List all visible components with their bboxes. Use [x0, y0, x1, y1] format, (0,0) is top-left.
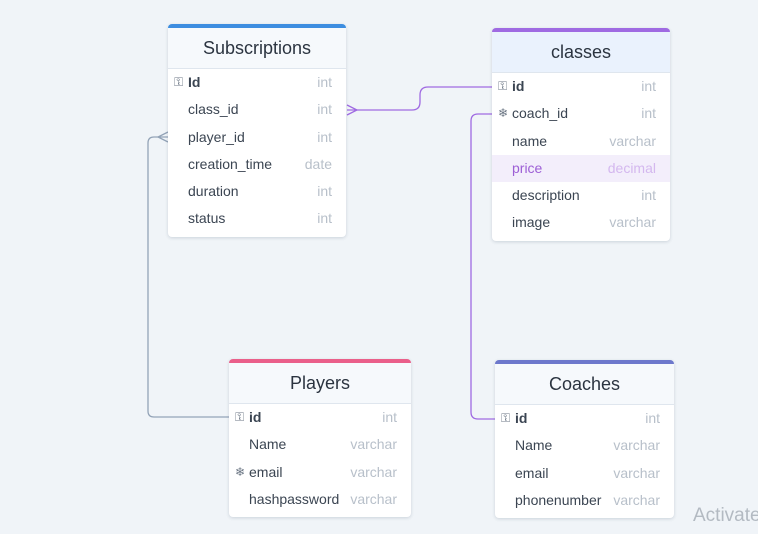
field-row[interactable]: ⚿ id int — [495, 405, 674, 432]
field-type: int — [641, 78, 656, 94]
key-icon: ⚿ — [501, 411, 511, 425]
field-type: decimal — [607, 159, 656, 176]
field-name: Id — [188, 74, 201, 90]
snowflake-icon: ❄ — [498, 106, 509, 121]
table-title[interactable]: Coaches — [495, 364, 674, 405]
field-row[interactable]: ❄ coach_id int — [492, 100, 670, 127]
field-type: int — [317, 183, 332, 200]
field-row[interactable]: class_id int — [168, 96, 346, 123]
field-type: date — [304, 155, 332, 172]
field-row-selected[interactable]: price decimal — [492, 154, 670, 183]
diagram-canvas[interactable]: Subscriptions ⚿ Id int class_id int play… — [0, 0, 758, 534]
field-name: image — [512, 214, 551, 231]
field-name: status — [188, 210, 226, 227]
field-name: email — [249, 463, 283, 480]
field-name: id — [249, 409, 262, 425]
table-title[interactable]: classes — [492, 32, 670, 73]
key-icon: ⚿ — [235, 410, 245, 424]
field-name: hashpassword — [249, 490, 340, 507]
field-row[interactable]: phonenumber varchar — [495, 487, 674, 514]
field-name: phonenumber — [515, 491, 602, 508]
field-name: price — [512, 159, 543, 176]
field-type: int — [645, 410, 660, 426]
relation-classes-subscriptions[interactable] — [347, 86, 493, 111]
field-type: int — [641, 187, 656, 204]
field-row[interactable]: ⚿ id int — [492, 73, 670, 100]
field-type: varchar — [613, 437, 660, 454]
field-type: varchar — [613, 464, 660, 481]
field-row[interactable]: ❄ email varchar — [229, 459, 411, 486]
table-title[interactable]: Subscriptions — [168, 28, 346, 69]
crowfoot-class-id — [346, 104, 359, 116]
key-icon: ⚿ — [174, 75, 184, 89]
field-name: email — [515, 464, 549, 481]
field-name: description — [512, 187, 580, 204]
field-name: creation_time — [188, 155, 273, 172]
field-type: int — [317, 210, 332, 227]
field-type: varchar — [350, 436, 397, 453]
crowfoot-player-id — [156, 131, 169, 143]
field-type: int — [317, 101, 332, 118]
table-classes[interactable]: classes ⚿ id int ❄ coach_id int name var… — [492, 28, 670, 241]
field-type: varchar — [609, 132, 656, 149]
table-subscriptions[interactable]: Subscriptions ⚿ Id int class_id int play… — [168, 24, 346, 237]
field-name: id — [512, 78, 525, 94]
activation-watermark: Activate — [693, 505, 758, 526]
field-row[interactable]: ⚿ id int — [229, 404, 411, 431]
snowflake-icon: ❄ — [235, 464, 246, 479]
field-type: varchar — [609, 214, 656, 231]
field-row[interactable]: duration int — [168, 178, 346, 205]
field-row[interactable]: email varchar — [495, 460, 674, 487]
field-row[interactable]: hashpassword varchar — [229, 486, 411, 513]
field-name: Name — [515, 437, 553, 454]
field-row[interactable]: creation_time date — [168, 151, 346, 178]
field-name: Name — [249, 436, 287, 453]
field-type: int — [317, 128, 332, 145]
field-name: id — [515, 410, 528, 426]
field-type: int — [317, 74, 332, 90]
field-type: int — [382, 409, 397, 425]
field-row[interactable]: name varchar — [492, 128, 670, 155]
field-row[interactable]: status int — [168, 205, 346, 232]
key-icon: ⚿ — [498, 79, 508, 93]
field-name: coach_id — [512, 105, 569, 122]
table-players[interactable]: Players ⚿ id int Name varchar ❄ email va… — [229, 359, 411, 517]
field-row[interactable]: player_id int — [168, 124, 346, 151]
field-type: varchar — [350, 463, 397, 480]
field-row[interactable]: ⚿ Id int — [168, 69, 346, 96]
field-type: varchar — [350, 490, 397, 507]
field-row[interactable]: image varchar — [492, 209, 670, 236]
field-type: int — [641, 105, 656, 122]
table-coaches[interactable]: Coaches ⚿ id int Name varchar email varc… — [495, 360, 674, 518]
field-row[interactable]: Name varchar — [229, 431, 411, 458]
field-name: duration — [188, 183, 239, 200]
field-row[interactable]: Name varchar — [495, 432, 674, 459]
field-type: varchar — [613, 491, 660, 508]
field-name: name — [512, 132, 548, 149]
field-name: player_id — [188, 128, 245, 145]
field-name: class_id — [188, 101, 239, 118]
table-title[interactable]: Players — [229, 363, 411, 404]
field-row[interactable]: description int — [492, 182, 670, 209]
